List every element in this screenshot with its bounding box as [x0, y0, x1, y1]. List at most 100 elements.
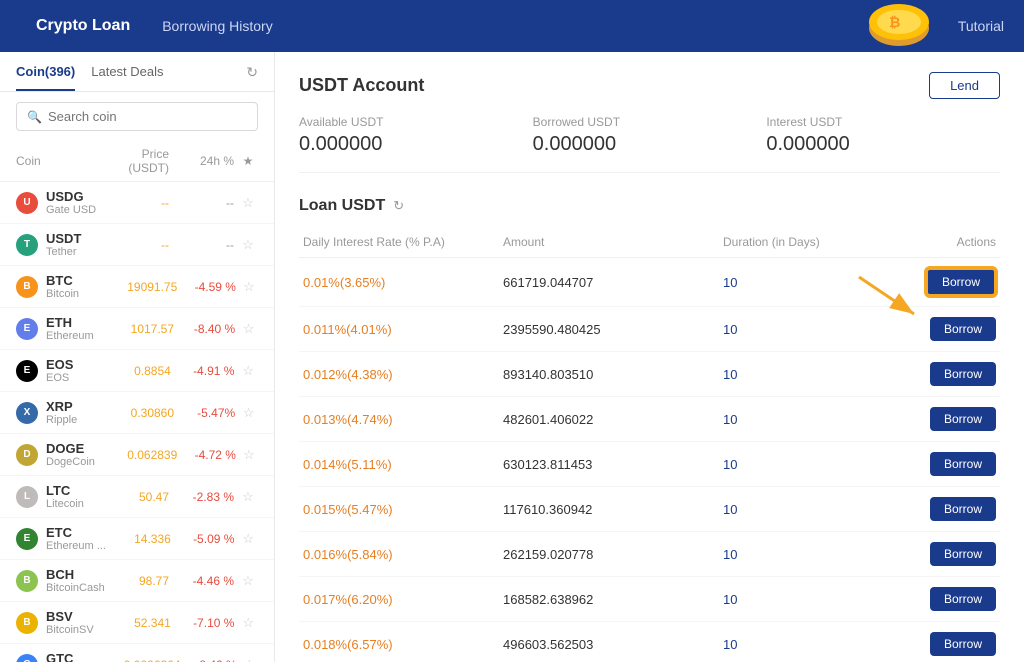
borrowing-history-nav[interactable]: Borrowing History [146, 0, 288, 52]
coin-info: EOS EOS [46, 357, 134, 384]
col-header-coin: Coin [16, 154, 106, 168]
favorite-icon[interactable]: ☆ [240, 279, 258, 295]
coin-avatar: B [16, 570, 38, 592]
list-item[interactable]: B BSV BitcoinSV 52.341 -7.10 % ☆ [0, 602, 274, 644]
coin-info: ETH Ethereum [46, 315, 131, 342]
coin-avatar: B [16, 276, 38, 298]
sidebar-refresh-icon[interactable]: ↻ [246, 64, 258, 91]
coin-price: 50.47 [136, 490, 169, 504]
rate-cell: 0.01%(3.65%) [299, 258, 499, 307]
list-item[interactable]: E EOS EOS 0.8854 -4.91 % ☆ [0, 350, 274, 392]
coin-symbol: ETH [46, 315, 131, 330]
coin-change: -5.47% [174, 406, 235, 420]
actions-cell: Borrow [899, 442, 1000, 487]
coin-avatar: E [16, 360, 38, 382]
borrow-button[interactable]: Borrow [930, 452, 996, 476]
favorite-icon[interactable]: ☆ [239, 405, 258, 421]
borrow-button[interactable]: Borrow [930, 407, 996, 431]
header-title[interactable]: Crypto Loan [20, 0, 146, 52]
coin-price: 0.062839 [127, 448, 177, 462]
coin-change: -4.59 % [177, 280, 236, 294]
rate-cell: 0.016%(5.84%) [299, 532, 499, 577]
list-item[interactable]: X XRP Ripple 0.30860 -5.47% ☆ [0, 392, 274, 434]
borrow-button[interactable]: Borrow [926, 268, 996, 296]
list-item[interactable]: B BTC Bitcoin 19091.75 -4.59 % ☆ [0, 266, 274, 308]
coin-change: -8.40 % [174, 322, 235, 336]
list-item[interactable]: B BCH BitcoinCash 98.77 -4.46 % ☆ [0, 560, 274, 602]
borrow-button[interactable]: Borrow [930, 317, 996, 341]
borrowed-stat: Borrowed USDT 0.000000 [533, 115, 767, 156]
coin-change: -4.91 % [171, 364, 235, 378]
coin-price: 98.77 [136, 574, 169, 588]
lend-button[interactable]: Lend [929, 72, 1000, 99]
favorite-icon[interactable]: ☆ [238, 489, 258, 505]
actions-cell: Borrow [899, 352, 1000, 397]
coin-avatar: D [16, 444, 38, 466]
rate-cell: 0.018%(6.57%) [299, 622, 499, 662]
list-item[interactable]: E ETH Ethereum 1017.57 -8.40 % ☆ [0, 308, 274, 350]
search-icon: 🔍 [27, 110, 42, 124]
coin-symbol: LTC [46, 483, 136, 498]
coin-symbol: BSV [46, 609, 134, 624]
coin-symbol: EOS [46, 357, 134, 372]
loan-table-header: Daily Interest Rate (% P.A) Amount Durat… [299, 227, 1000, 258]
amount-cell: 262159.020778 [499, 532, 719, 577]
actions-cell: Borrow [899, 258, 1000, 307]
coin-change: -8.46 % [181, 658, 237, 662]
coin-avatar: T [16, 234, 38, 256]
favorite-icon[interactable]: ☆ [239, 321, 258, 337]
favorite-icon[interactable]: ☆ [238, 615, 258, 631]
header: Crypto Loan Borrowing History ₿ Tutorial [0, 0, 1024, 52]
coin-name: Ethereum ... [46, 540, 134, 552]
favorite-icon[interactable]: ☆ [238, 237, 258, 253]
borrow-button[interactable]: Borrow [930, 542, 996, 566]
rate-cell: 0.012%(4.38%) [299, 352, 499, 397]
header-nav: Crypto Loan Borrowing History [20, 0, 289, 52]
coin-info: BCH BitcoinCash [46, 567, 136, 594]
amount-cell: 893140.803510 [499, 352, 719, 397]
search-input[interactable] [48, 109, 247, 124]
table-row: 0.014%(5.11%) 630123.811453 10 Borrow [299, 442, 1000, 487]
coin-name: DogeCoin [46, 456, 127, 468]
list-item[interactable]: L LTC Litecoin 50.47 -2.83 % ☆ [0, 476, 274, 518]
list-item[interactable]: U USDG Gate USD -- -- ☆ [0, 182, 274, 224]
tutorial-link[interactable]: Tutorial [958, 18, 1004, 34]
favorite-icon[interactable]: ☆ [238, 195, 258, 211]
borrow-button[interactable]: Borrow [930, 497, 996, 521]
duration-cell: 10 [719, 397, 899, 442]
coin-name: EOS [46, 372, 134, 384]
content-area: USDT Account Lend Available USDT 0.00000… [275, 52, 1024, 662]
list-item[interactable]: D DOGE DogeCoin 0.062839 -4.72 % ☆ [0, 434, 274, 476]
table-row: 0.01%(3.65%) 661719.044707 10 Borrow [299, 258, 1000, 307]
favorite-icon[interactable]: ☆ [241, 657, 258, 662]
coin-list-header: Coin Price (USDT) 24h % ★ [0, 141, 274, 182]
coin-info: XRP Ripple [46, 399, 131, 426]
col-duration-header: Duration (in Days) [719, 227, 899, 258]
rate-cell: 0.017%(6.20%) [299, 577, 499, 622]
tab-coin[interactable]: Coin(396) [16, 64, 75, 91]
coin-name: BitcoinSV [46, 624, 134, 636]
coin-change: -4.72 % [177, 448, 236, 462]
coin-price: 52.341 [134, 616, 171, 630]
account-stats: Available USDT 0.000000 Borrowed USDT 0.… [299, 115, 1000, 173]
loan-table: Daily Interest Rate (% P.A) Amount Durat… [299, 227, 1000, 662]
loan-refresh-icon[interactable]: ↻ [393, 198, 404, 214]
borrow-button[interactable]: Borrow [930, 587, 996, 611]
favorite-icon[interactable]: ☆ [240, 447, 258, 463]
account-title: USDT Account [299, 75, 424, 96]
list-item[interactable]: G GTC Game.com 0.0006264 -8.46 % ☆ [0, 644, 274, 662]
duration-cell: 10 [719, 487, 899, 532]
borrow-button[interactable]: Borrow [930, 632, 996, 656]
favorite-icon[interactable]: ☆ [238, 363, 258, 379]
borrow-button[interactable]: Borrow [930, 362, 996, 386]
list-item[interactable]: E ETC Ethereum ... 14.336 -5.09 % ☆ [0, 518, 274, 560]
duration-cell: 10 [719, 532, 899, 577]
account-header: USDT Account Lend [299, 72, 1000, 99]
list-item[interactable]: T USDT Tether -- -- ☆ [0, 224, 274, 266]
rate-cell: 0.015%(5.47%) [299, 487, 499, 532]
favorite-icon[interactable]: ☆ [238, 531, 258, 547]
tab-latest-deals[interactable]: Latest Deals [91, 64, 163, 91]
coin-price: 0.0006264 [124, 658, 181, 662]
coin-symbol: USDG [46, 189, 136, 204]
favorite-icon[interactable]: ☆ [238, 573, 258, 589]
